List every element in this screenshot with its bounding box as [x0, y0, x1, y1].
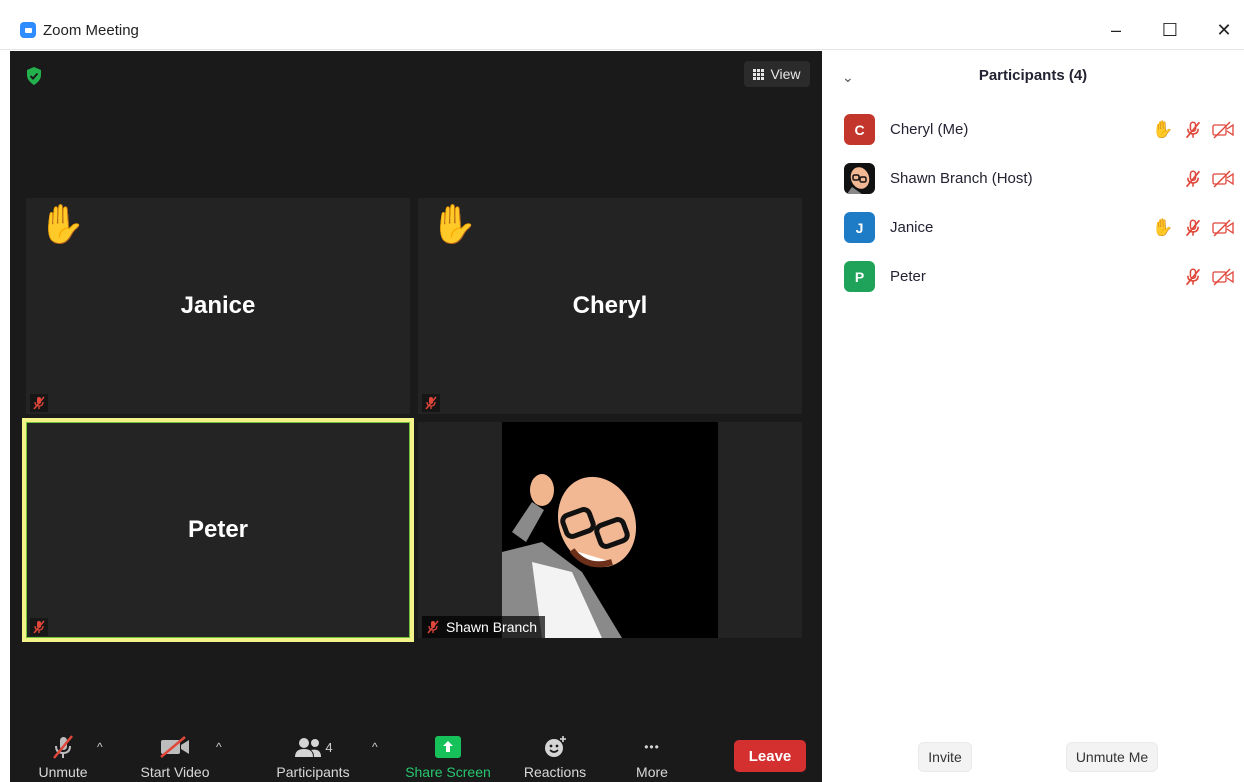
- reactions-label: Reactions: [523, 764, 587, 780]
- video-tile-cheryl[interactable]: ✋ Cheryl: [418, 198, 802, 414]
- participant-status-icons: [1182, 169, 1234, 189]
- more-icon: •••: [644, 740, 660, 754]
- mic-muted-icon: [50, 732, 76, 762]
- panel-title: Participants (4): [978, 67, 1088, 84]
- more-button[interactable]: ••• More: [626, 732, 678, 782]
- video-off-icon: [1212, 120, 1234, 140]
- participant-name: Janice: [890, 219, 934, 236]
- participants-label: Participants: [276, 764, 350, 780]
- share-screen-label: Share Screen: [405, 764, 491, 780]
- video-off-icon: [1212, 218, 1234, 238]
- reactions-button[interactable]: Reactions: [520, 732, 590, 782]
- participants-options-caret[interactable]: ^: [372, 740, 378, 754]
- muted-mic-icon: [427, 620, 439, 634]
- view-button[interactable]: View: [744, 61, 810, 87]
- leave-button[interactable]: Leave: [734, 740, 806, 772]
- avatar: J: [844, 212, 875, 243]
- participant-row-peter[interactable]: P Peter: [822, 252, 1244, 301]
- raised-hand-icon: ✋: [1152, 217, 1174, 237]
- invite-button[interactable]: Invite: [918, 742, 972, 772]
- zoom-app-icon: [20, 22, 36, 38]
- raised-hand-icon: ✋: [430, 204, 478, 246]
- participant-status-icons: ✋: [1152, 120, 1234, 140]
- name-tag-label: Shawn Branch: [446, 619, 538, 635]
- avatar: P: [844, 261, 875, 292]
- tile-name: Peter: [187, 516, 249, 543]
- participant-video: [502, 422, 718, 638]
- close-button[interactable]: ✕: [1204, 15, 1244, 45]
- view-label: View: [770, 66, 801, 82]
- video-off-icon: [1212, 267, 1234, 287]
- participant-row-shawn-branch[interactable]: Shawn Branch (Host): [822, 154, 1244, 203]
- video-tile-peter[interactable]: Peter: [22, 418, 414, 642]
- muted-mic-icon: [1182, 120, 1204, 140]
- avatar-memoji-image: [502, 422, 718, 638]
- more-label: More: [636, 764, 668, 780]
- participants-button[interactable]: 4 Participants: [272, 732, 354, 782]
- minimize-button[interactable]: –: [1096, 15, 1136, 45]
- muted-mic-icon: [1182, 218, 1204, 238]
- unmute-label: Unmute: [38, 764, 88, 780]
- video-tile-janice[interactable]: ✋ Janice: [26, 198, 410, 414]
- video-off-icon: [1212, 169, 1234, 189]
- title-bar: Zoom Meeting – ☐ ✕: [0, 0, 1244, 50]
- participant-status-icons: [1182, 267, 1234, 287]
- muted-mic-icon: [422, 394, 440, 412]
- unmute-me-button[interactable]: Unmute Me: [1066, 742, 1158, 772]
- tile-name: Cheryl: [572, 292, 648, 319]
- muted-mic-icon: [1182, 267, 1204, 287]
- reactions-icon: [542, 732, 568, 762]
- unmute-button[interactable]: Unmute: [34, 732, 92, 782]
- participant-name: Cheryl (Me): [890, 121, 969, 138]
- participant-name: Shawn Branch (Host): [890, 170, 1033, 187]
- muted-mic-icon: [1182, 169, 1204, 189]
- share-screen-icon-wrap: [435, 732, 461, 762]
- window-title: Zoom Meeting: [43, 22, 139, 39]
- participants-panel: ⌄ Participants (4) C Cheryl (Me) ✋ Shawn…: [822, 51, 1244, 782]
- participant-name: Peter: [890, 268, 926, 285]
- video-options-caret[interactable]: ^: [216, 740, 222, 754]
- meeting-toolbar: Unmute ^ Start Video ^ 4 Participants ^: [10, 732, 822, 782]
- participant-row-cheryl[interactable]: C Cheryl (Me) ✋: [822, 105, 1244, 154]
- video-tile-shawn-branch[interactable]: Shawn Branch: [418, 422, 802, 638]
- muted-mic-icon: [30, 394, 48, 412]
- muted-mic-icon: [30, 618, 48, 636]
- participant-row-janice[interactable]: J Janice ✋: [822, 203, 1244, 252]
- meeting-area: View ✋ Janice ✋ Cheryl Peter Shawn Branc…: [10, 51, 822, 782]
- start-video-button[interactable]: Start Video: [136, 732, 214, 782]
- start-video-label: Start Video: [140, 764, 210, 780]
- tile-name: Janice: [180, 292, 256, 319]
- video-off-icon: [159, 732, 191, 762]
- participants-icon: 4: [293, 732, 333, 762]
- participant-status-icons: ✋: [1152, 218, 1234, 238]
- name-tag: Shawn Branch: [422, 616, 546, 638]
- raised-hand-icon: ✋: [1152, 119, 1174, 139]
- avatar: C: [844, 114, 875, 145]
- audio-options-caret[interactable]: ^: [97, 740, 103, 754]
- grid-icon: [753, 68, 765, 80]
- avatar: [844, 163, 875, 194]
- participants-count: 4: [325, 739, 333, 755]
- share-screen-icon: [435, 736, 461, 758]
- share-screen-button[interactable]: Share Screen: [404, 732, 492, 782]
- raised-hand-icon: ✋: [38, 204, 86, 246]
- shield-icon[interactable]: [26, 67, 42, 85]
- maximize-button[interactable]: ☐: [1150, 15, 1190, 45]
